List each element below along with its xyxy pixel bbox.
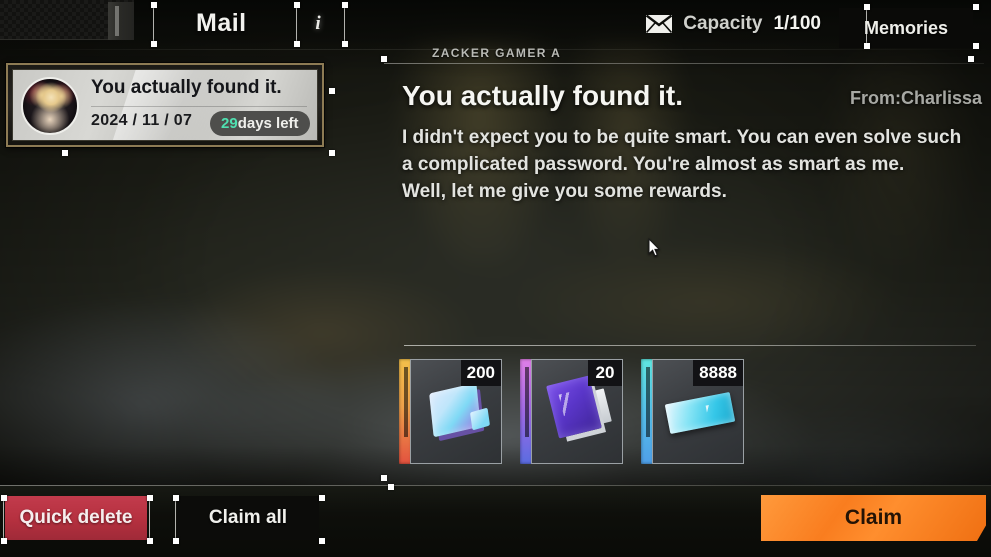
selection-dot (1, 538, 7, 544)
rewards-divider (404, 345, 976, 346)
mail-list-item-date: 2024 / 11 / 07 (91, 112, 193, 129)
selection-dot (973, 4, 979, 10)
selection-dot (864, 43, 870, 49)
selection-dot (173, 538, 179, 544)
capacity-label: Capacity (683, 13, 763, 34)
game-mail-screen: Mail i Capacity 1/100 Memories You actua… (0, 0, 991, 557)
selection-dot (1, 495, 7, 501)
claim-all-button[interactable]: Claim all (177, 496, 319, 540)
selection-line-title-left (153, 4, 154, 44)
selection-dot (294, 41, 300, 47)
selection-dot (151, 2, 157, 8)
mouse-cursor (648, 237, 661, 257)
selection-dot (294, 2, 300, 8)
reward-item[interactable]: 8888 (641, 359, 744, 464)
claim-button[interactable]: Claim (761, 495, 986, 541)
selection-dot (147, 538, 153, 544)
expiry-days-label: days left (237, 115, 299, 132)
selection-dot (973, 43, 979, 49)
selection-line (175, 497, 176, 541)
rewards-list: 200 20 8888 (399, 359, 744, 464)
selection-line-info-right (344, 4, 345, 44)
memories-button[interactable]: Memories (839, 8, 973, 48)
selection-line-memories-left (866, 6, 867, 46)
selection-dot (329, 88, 335, 94)
envelope-icon (646, 14, 673, 34)
mail-list-item-title: You actually found it. (91, 77, 282, 98)
status-badge: 29 days left (210, 111, 310, 136)
capacity-value: 1/100 (773, 13, 821, 34)
sender-tag: ZACKER GAMER A (432, 46, 562, 60)
selection-dot (62, 150, 68, 156)
selection-dot (329, 150, 335, 156)
selection-dot (173, 495, 179, 501)
selection-dot (968, 56, 974, 62)
selection-dot (388, 484, 394, 490)
expiry-days-number: 29 (221, 115, 238, 132)
reward-icon-frame: 200 (410, 359, 502, 464)
mail-list-item-divider (91, 106, 307, 107)
selection-dot (151, 41, 157, 47)
mail-list-item-content: You actually found it. 2024 / 11 / 07 29… (12, 69, 318, 141)
selection-dot (342, 2, 348, 8)
capacity-indicator: Capacity 1/100 (646, 13, 821, 35)
mail-detail-panel: ZACKER GAMER A You actually found it. Fr… (384, 46, 984, 478)
selection-dot (381, 475, 387, 481)
info-icon[interactable]: i (303, 8, 333, 40)
quick-delete-button[interactable]: Quick delete (5, 496, 147, 540)
selection-line-title-right (296, 4, 297, 44)
reward-count: 8888 (693, 360, 743, 386)
mail-sender: From:Charlissa (849, 88, 982, 108)
top-left-panel-decoration (0, 0, 134, 40)
reward-count: 20 (588, 360, 622, 386)
selection-dot (864, 4, 870, 10)
top-left-tab-decoration (108, 2, 134, 40)
bottom-bar-divider (0, 485, 991, 486)
reward-item[interactable]: 200 (399, 359, 502, 464)
mail-body-text: I didn't expect you to be quite smart. Y… (402, 127, 962, 202)
selection-dot (319, 538, 325, 544)
detail-top-divider (384, 63, 984, 64)
mail-detail-title: You actually found it. (402, 80, 684, 111)
selection-dot (319, 495, 325, 501)
reward-count: 200 (460, 360, 501, 386)
selection-dot (147, 495, 153, 501)
reward-item[interactable]: 20 (520, 359, 623, 464)
reward-icon-frame: 8888 (652, 359, 744, 464)
selection-dot (342, 41, 348, 47)
page-title: Mail (196, 9, 247, 37)
top-bar: Mail i Capacity 1/100 Memories (0, 0, 991, 50)
avatar (21, 77, 79, 135)
selection-dot (381, 56, 387, 62)
selection-line (149, 497, 150, 541)
reward-icon-frame: 20 (531, 359, 623, 464)
mail-list-item[interactable]: You actually found it. 2024 / 11 / 07 29… (6, 63, 324, 147)
selection-line (3, 497, 4, 541)
